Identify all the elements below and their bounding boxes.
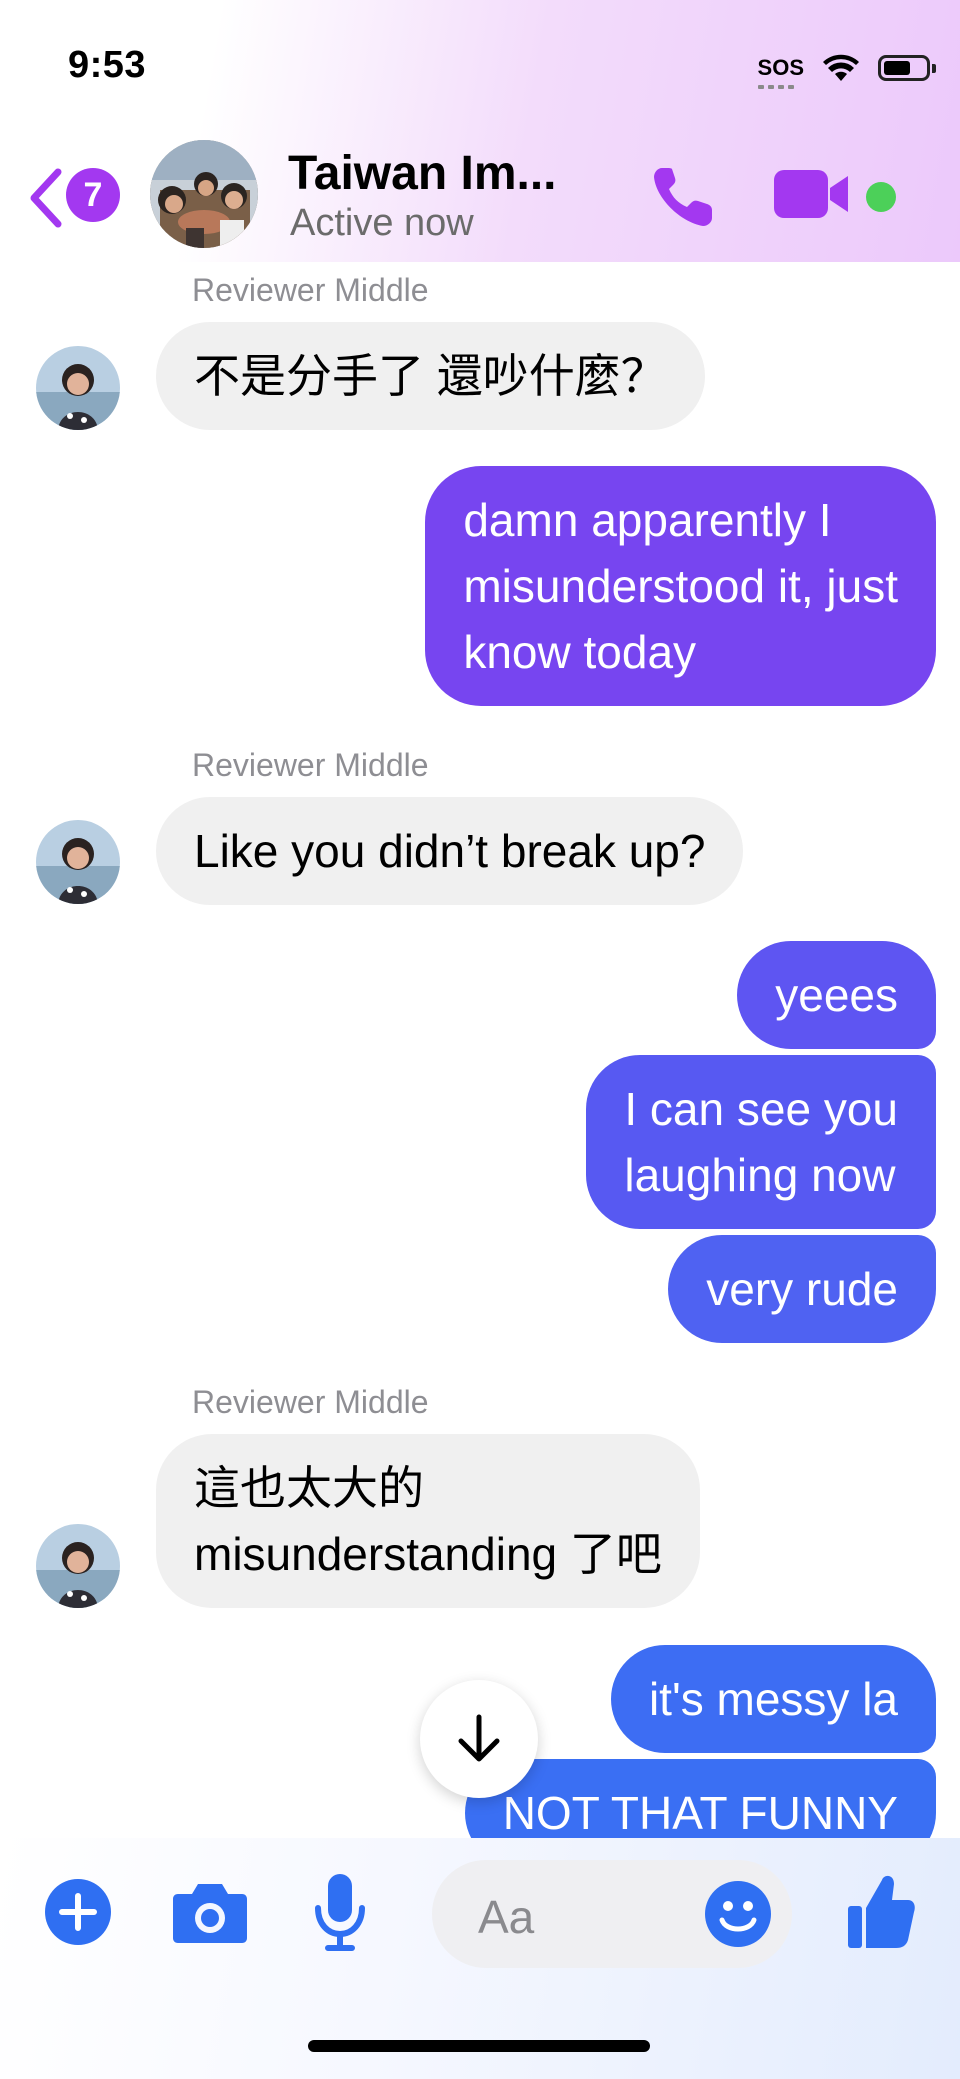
message-bubble-in[interactable]: Like you didn’t break up? [156,797,744,905]
avatar[interactable] [36,1524,120,1608]
message-line: know today [463,626,697,678]
avatar[interactable] [36,346,120,430]
message-bubble-in[interactable]: 不是分手了 還吵什麼？ [156,322,705,430]
wifi-icon [823,54,859,81]
battery-icon [878,55,936,81]
message-input-placeholder: Aa [478,1891,535,1943]
message-line: 這也太大的 [194,1462,424,1514]
sos-label: SOS [757,55,804,80]
unread-badge[interactable]: 7 [66,168,120,222]
video-camera-icon[interactable] [772,166,852,222]
message-bubble-out[interactable]: yeees [737,941,936,1049]
home-indicator [308,2040,650,2052]
status-indicators: SOS [757,50,936,89]
plus-icon[interactable] [44,1878,112,1946]
camera-icon[interactable] [172,1880,248,1944]
message-bubble-out[interactable]: it's messy la [610,1645,936,1753]
thumbs-up-icon[interactable] [846,1872,916,1950]
scroll-to-bottom-button[interactable] [420,1680,538,1798]
message-line: damn apparently I [463,494,832,546]
sender-name: Reviewer Middle [192,272,429,308]
online-indicator [866,182,896,212]
emoji-icon[interactable] [704,1880,772,1948]
message-bubble-out[interactable]: damn apparently I misunderstood it, just… [425,466,936,706]
sos-indicator: SOS [757,55,804,89]
conversation-header: 7 Taiwan Im... Active now [0,140,960,250]
message-line: misunderstood it, just [463,560,898,612]
group-avatar[interactable] [150,140,258,248]
message-bubble-out[interactable]: I can see you laughing now [586,1055,936,1229]
status-time: 9:53 [68,44,147,86]
message-bubble-in[interactable]: 這也太大的 misunderstanding 了吧 [156,1434,700,1608]
microphone-icon[interactable] [312,1872,368,1952]
message-line: misunderstanding 了吧 [194,1528,662,1580]
conversation-title[interactable]: Taiwan Im... [288,146,557,201]
active-status: Active now [290,202,474,244]
arrow-down-icon [458,1714,500,1762]
message-bubble-out[interactable]: very rude [668,1235,936,1343]
avatar[interactable] [36,820,120,904]
phone-icon[interactable] [648,160,720,232]
sender-name: Reviewer Middle [192,747,429,783]
sender-name: Reviewer Middle [192,1384,429,1420]
message-line: laughing now [624,1149,896,1201]
message-line: I can see you [624,1083,898,1135]
